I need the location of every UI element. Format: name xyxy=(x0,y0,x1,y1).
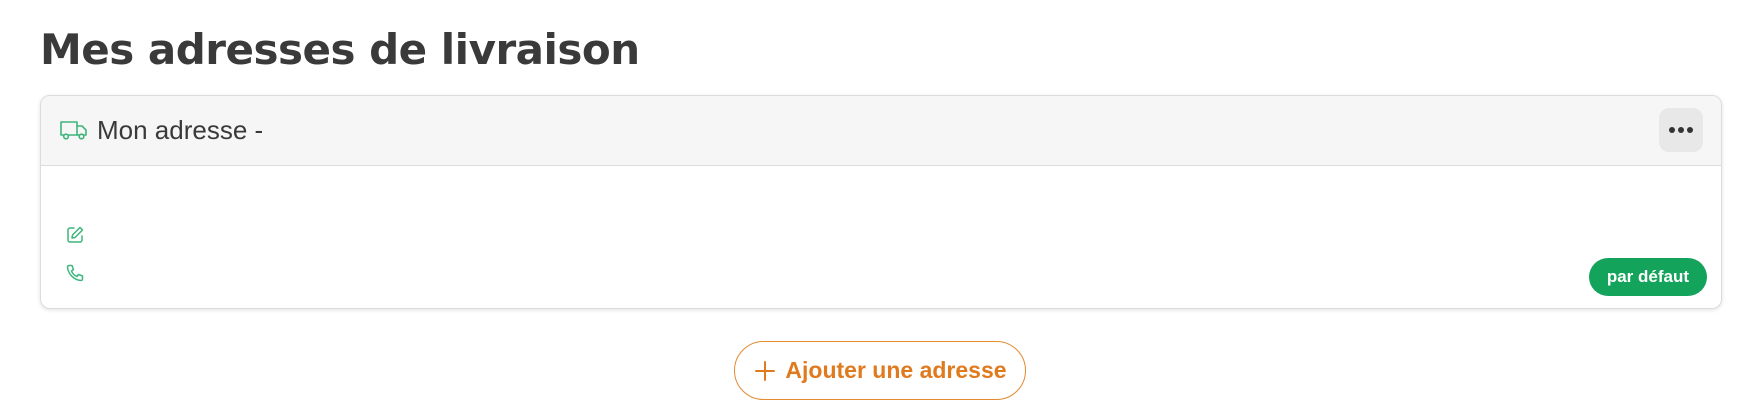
phone-icon xyxy=(66,264,84,282)
more-options-button[interactable] xyxy=(1659,108,1703,152)
address-card-header: Mon adresse - xyxy=(41,96,1721,166)
plus-icon xyxy=(755,360,776,381)
page: Mes adresses de livraison Mon adresse - xyxy=(0,0,1764,420)
edit-icon[interactable] xyxy=(65,225,85,245)
more-horizontal-icon xyxy=(1669,127,1693,133)
add-address-label: Ajouter une adresse xyxy=(785,357,1007,383)
default-badge: par défaut xyxy=(1588,258,1707,296)
address-card: Mon adresse - par défaut xyxy=(40,95,1722,309)
address-card-title: Mon adresse - xyxy=(97,115,264,145)
add-address-button[interactable]: Ajouter une adresse xyxy=(734,341,1026,400)
page-title: Mes adresses de livraison xyxy=(40,25,640,74)
truck-icon xyxy=(60,121,87,140)
